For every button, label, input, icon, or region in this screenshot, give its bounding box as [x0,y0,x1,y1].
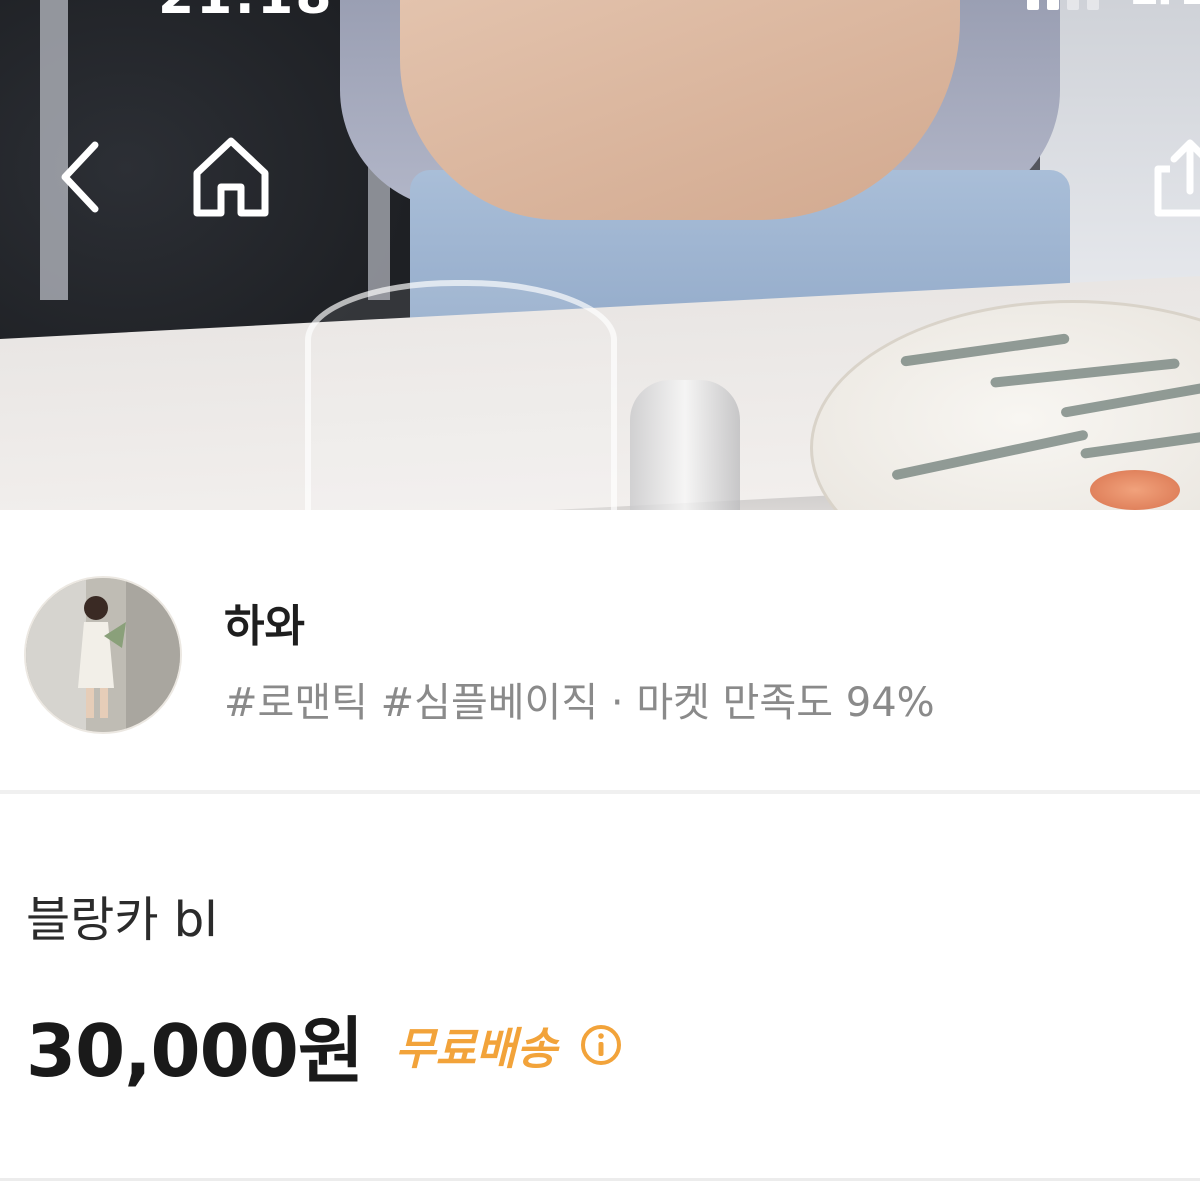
back-button[interactable] [38,132,128,222]
product-title: 블랑카 bl [26,892,218,948]
product-photo[interactable]: 21:18 LTE [0,0,1200,510]
photo-glass [305,280,617,510]
photo-food [1090,470,1180,510]
status-time: 21:18 [158,0,334,26]
share-icon [1154,139,1200,217]
share-button[interactable] [1140,132,1200,222]
free-shipping-badge: 무료배송 [395,1023,558,1075]
meta-separator: · [610,680,624,726]
product-price: 30,000원 [26,1009,364,1093]
bottom-divider [0,1178,1200,1181]
signal-icon [1027,0,1100,10]
network-type: LTE [1129,0,1200,15]
seller-avatar[interactable] [24,576,182,734]
section-divider [0,790,1200,794]
photo-cutlery [630,380,740,510]
seller-info[interactable]: 하와 #로맨틱 #심플베이직 · 마켓 만족도 94% [0,560,1200,760]
chevron-left-icon [61,141,99,213]
avatar-image [26,578,180,732]
status-indicators: LTE [1027,0,1200,28]
price-row: 30,000원 무료배송 [26,992,623,1097]
seller-tags: #로맨틱 #심플베이직 [224,680,599,726]
info-circle-icon[interactable] [579,1023,623,1067]
home-button[interactable] [186,132,276,222]
home-icon [193,137,269,217]
seller-name[interactable]: 하와 [224,590,305,654]
seller-meta: #로맨틱 #심플베이직 · 마켓 만족도 94% [224,670,935,728]
market-satisfaction: 마켓 만족도 94% [636,680,935,726]
